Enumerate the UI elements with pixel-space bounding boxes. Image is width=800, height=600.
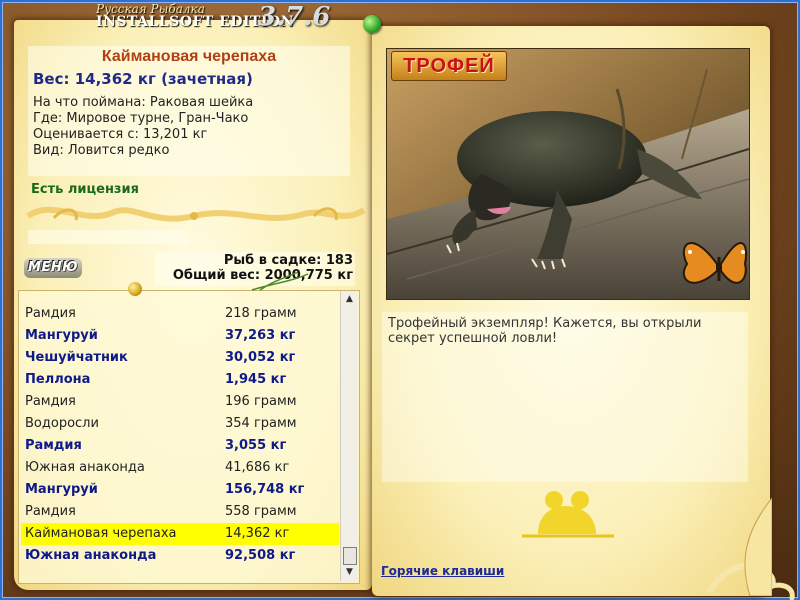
catch-row[interactable]: Рамдия 196 грамм [21, 391, 339, 413]
catch-row-name: Рамдия [25, 394, 76, 409]
catch-row[interactable]: Южная анаконда 92,508 кг [21, 545, 339, 567]
catch-row[interactable]: Рамдия 218 грамм [21, 303, 339, 325]
arrow-down-icon[interactable]: ▼ [341, 564, 358, 581]
trophy-description: Трофейный экземпляр! Кажется, вы открыли… [388, 316, 702, 346]
catch-row-weight: 30,052 кг [225, 350, 296, 365]
catch-row-name: Южная анаконда [25, 460, 145, 475]
push-pin-icon [363, 15, 381, 33]
catch-row-name: Мангуруй [25, 482, 98, 497]
catch-row-weight: 37,263 кг [225, 328, 296, 343]
empty-field [28, 230, 188, 244]
catch-row[interactable]: Мангуруй 37,263 кг [21, 325, 339, 347]
trophy-badge: ТРОФЕЙ [391, 51, 507, 81]
catch-row-name: Пеллона [25, 372, 91, 387]
fish-bait: На что поймана: Раковая шейка [33, 95, 254, 110]
trophy-photo [386, 48, 750, 300]
catch-row-weight: 196 грамм [225, 394, 297, 409]
fish-value: Оценивается с: 13,201 кг [33, 127, 208, 142]
page-curl [744, 498, 772, 596]
menu-button[interactable]: МЕНЮ [24, 258, 82, 278]
fish-place: Где: Мировое турне, Гран-Чако [33, 111, 249, 126]
grass-sprig-icon [251, 271, 309, 291]
catch-list-scrollbar[interactable]: ▲ ▼ [340, 291, 358, 581]
catch-row-name: Рамдия [25, 306, 76, 321]
catch-row[interactable]: Мангуруй 156,748 кг [21, 479, 339, 501]
arrow-up-icon[interactable]: ▲ [341, 291, 358, 308]
catch-row[interactable]: Водоросли 354 грамм [21, 413, 339, 435]
catch-row-weight: 92,508 кг [225, 548, 296, 563]
catch-row-weight: 3,055 кг [225, 438, 287, 453]
catch-row-selected[interactable]: Каймановая черепаха 14,362 кг [21, 523, 339, 545]
catch-row-weight: 156,748 кг [225, 482, 305, 497]
app-version: 3.7.6 [258, 2, 331, 32]
catch-list-items[interactable]: Рамдия 218 грамм Мангуруй 37,263 кг Чешуйчат… [19, 291, 341, 583]
catch-row[interactable]: Рамдия 558 грамм [21, 501, 339, 523]
frog-silhouette-icon [522, 491, 614, 538]
catch-row-weight: 1,945 кг [225, 372, 287, 387]
catch-row-weight: 354 грамм [225, 416, 297, 431]
scrollbar-thumb[interactable] [343, 547, 357, 565]
catch-row-name: Водоросли [25, 416, 99, 431]
catch-row-name: Рамдия [25, 504, 76, 519]
license-status: Есть лицензия [31, 182, 139, 197]
catch-row-weight: 14,362 кг [225, 526, 290, 541]
catch-row[interactable]: Пеллона 1,945 кг [21, 369, 339, 391]
brass-pin-icon [128, 282, 142, 296]
hotkeys-link[interactable]: Горячие клавиши [381, 564, 504, 578]
catch-row-name: Каймановая черепаха [25, 526, 177, 541]
fish-weight: Вес: 14,362 кг (зачетная) [33, 70, 253, 88]
divider-ornament [26, 206, 366, 222]
catch-list[interactable]: Рамдия 218 грамм Мангуруй 37,263 кг Чешуйчат… [18, 290, 360, 584]
catch-row-name: Южная анаконда [25, 548, 157, 563]
catch-row-weight: 218 грамм [225, 306, 297, 321]
catch-row-weight: 41,686 кг [225, 460, 290, 475]
fish-kind: Вид: Ловится редко [33, 143, 170, 158]
catch-row-name: Чешуйчатник [25, 350, 128, 365]
catch-row-weight: 558 грамм [225, 504, 297, 519]
catch-row[interactable]: Чешуйчатник 30,052 кг [21, 347, 339, 369]
catch-row-name: Мангуруй [25, 328, 98, 343]
catch-row-name: Рамдия [25, 438, 82, 453]
fish-title: Каймановая черепаха [101, 48, 277, 65]
catch-row[interactable]: Южная анаконда 41,686 кг [21, 457, 339, 479]
fish-count: Рыб в садке: 183 [223, 253, 353, 268]
catch-row[interactable]: Рамдия 3,055 кг [21, 435, 339, 457]
